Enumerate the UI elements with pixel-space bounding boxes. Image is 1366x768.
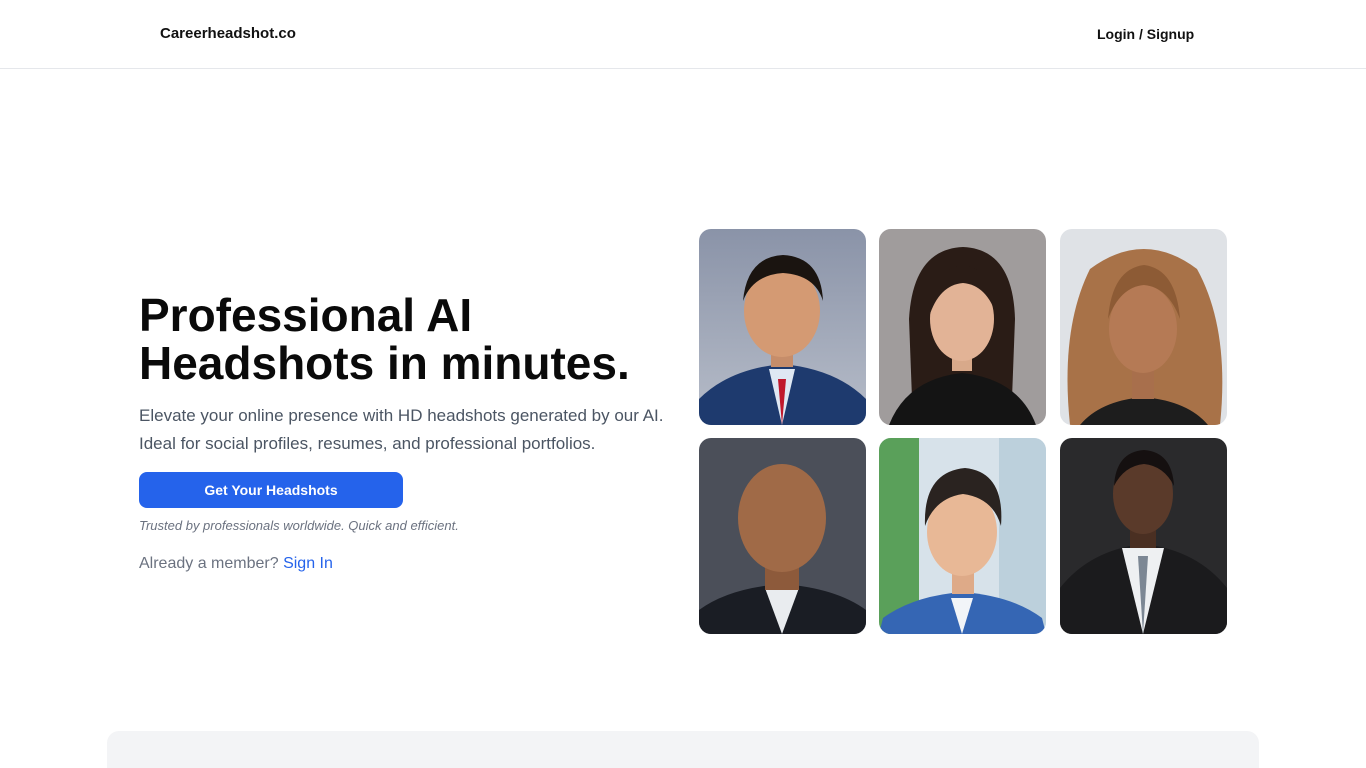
headshot-image [879, 438, 1046, 634]
headshot-image [879, 229, 1046, 425]
get-headshots-button[interactable]: Get Your Headshots [139, 472, 403, 508]
hero-subtitle: Elevate your online presence with HD hea… [139, 406, 664, 453]
hero-title-line-2: Headshots in minutes. [139, 337, 630, 389]
login-signup-link[interactable]: Login / Signup [1097, 26, 1194, 42]
headshot-image [699, 229, 866, 425]
brand-logo-link[interactable]: Careerheadshot.co [160, 25, 296, 42]
trust-note: Trusted by professionals worldwide. Quic… [139, 518, 459, 533]
hero-title: Professional AI Headshots in minutes. [139, 291, 679, 387]
top-nav: Careerheadshot.co Login / Signup [0, 0, 1366, 69]
hero-title-line-1: Professional AI [139, 289, 473, 341]
headshot-image [699, 438, 866, 634]
next-section-panel [107, 731, 1259, 768]
headshot-image [1060, 438, 1227, 634]
member-prompt-text: Already a member? [139, 555, 279, 572]
headshot-image [1060, 229, 1227, 425]
sign-in-link[interactable]: Sign In [283, 555, 333, 572]
member-prompt: Already a member? Sign In [139, 555, 333, 573]
